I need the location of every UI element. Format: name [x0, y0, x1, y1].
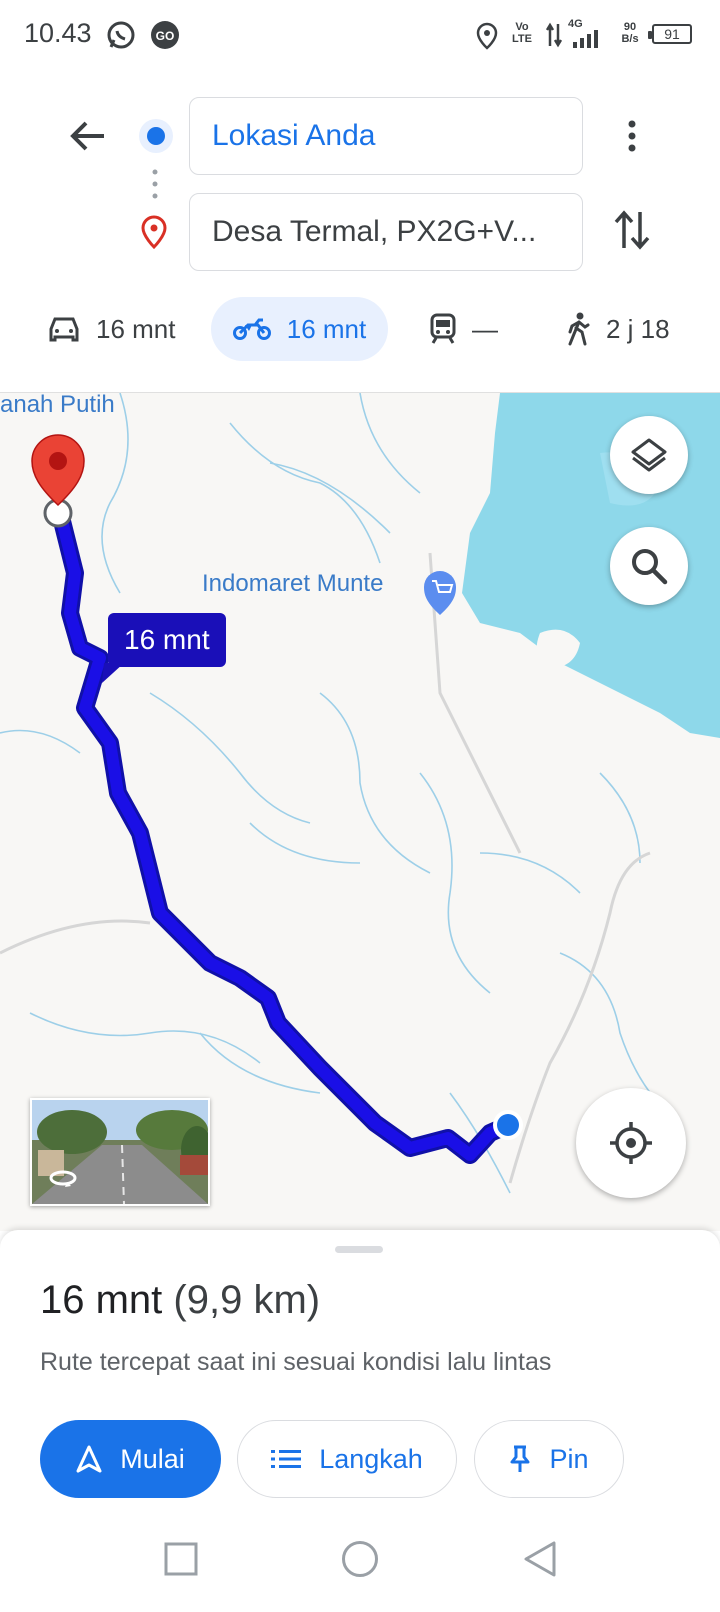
- layers-icon: [631, 438, 667, 472]
- crosshair-icon: [610, 1122, 652, 1164]
- current-location-icon: [497, 1114, 519, 1136]
- route-description: Rute tercepat saat ini sesuai kondisi la…: [40, 1348, 552, 1376]
- sheet-drag-handle[interactable]: [335, 1246, 383, 1253]
- place-label: anah Putih: [0, 392, 115, 418]
- walk-icon: [568, 312, 590, 346]
- home-button[interactable]: [341, 1540, 379, 1583]
- list-icon: [271, 1450, 302, 1468]
- battery-indicator: 91: [648, 24, 692, 44]
- street-view-thumbnail[interactable]: [30, 1098, 210, 1206]
- poi-label[interactable]: Indomaret Munte: [202, 570, 383, 598]
- square-icon: [164, 1542, 198, 1576]
- more-options-button[interactable]: [620, 116, 644, 161]
- mode-walk-label: 2 j 18: [606, 313, 670, 344]
- location-status-icon: [476, 22, 498, 55]
- steps-button-label: Langkah: [319, 1443, 423, 1474]
- motorcycle-icon: [232, 318, 271, 340]
- start-navigation-button[interactable]: Mulai: [40, 1420, 221, 1498]
- triangle-back-icon: [524, 1541, 556, 1577]
- network-speed-value: 90: [623, 21, 637, 33]
- mode-transit[interactable]: —: [430, 297, 498, 361]
- origin-input[interactable]: Lokasi Anda: [189, 97, 583, 175]
- circle-icon: [342, 1541, 378, 1577]
- mode-car[interactable]: 16 mnt: [48, 297, 176, 361]
- volte-label: Vo: [515, 21, 529, 33]
- steps-button[interactable]: Langkah: [237, 1420, 457, 1498]
- search-along-route-button[interactable]: [610, 527, 688, 605]
- start-button-label: Mulai: [120, 1443, 185, 1474]
- route-time-callout[interactable]: 16 mnt: [108, 613, 226, 667]
- mode-transit-label: —: [472, 313, 498, 344]
- search-icon: [632, 549, 668, 585]
- pin-button-label: Pin: [549, 1443, 589, 1474]
- pin-button[interactable]: Pin: [474, 1420, 624, 1498]
- mode-motorcycle-label: 16 mnt: [286, 313, 367, 344]
- network-speed-unit: B/s: [621, 33, 639, 45]
- rotate-360-icon: [49, 1170, 77, 1187]
- route-distance: (9,9 km): [173, 1278, 321, 1322]
- route-duration: 16 mnt: [40, 1278, 163, 1322]
- pushpin-icon: [510, 1445, 530, 1472]
- origin-dot-icon: [138, 118, 174, 159]
- arrow-left-icon: [70, 121, 104, 151]
- mode-motorcycle[interactable]: 16 mnt: [211, 297, 388, 361]
- route-connector-dots: [151, 168, 159, 205]
- back-button[interactable]: [66, 114, 110, 163]
- signal-icon: [572, 30, 602, 53]
- gojek-icon: GO: [150, 20, 180, 55]
- system-navigation-bar: [0, 1512, 720, 1612]
- recents-button[interactable]: [164, 1542, 198, 1581]
- callout-tail: [102, 663, 124, 683]
- destination-input[interactable]: Desa Termal, PX2G+V...: [189, 193, 583, 271]
- origin-input-text: Lokasi Anda: [212, 119, 376, 152]
- lte-label: LTE: [512, 33, 532, 45]
- back-nav-button[interactable]: [522, 1540, 558, 1583]
- mode-car-label: 16 mnt: [96, 313, 176, 344]
- car-icon: [49, 317, 79, 342]
- signal-type-label: 4G: [568, 18, 583, 30]
- navigation-arrow-icon: [76, 1445, 102, 1473]
- svg-text:GO: GO: [156, 29, 175, 43]
- train-icon: [430, 313, 456, 344]
- whatsapp-icon: [106, 20, 136, 55]
- my-location-button[interactable]: [576, 1088, 686, 1198]
- status-time: 10.43: [24, 18, 92, 48]
- destination-pin-icon: [140, 215, 168, 254]
- swap-route-button[interactable]: [612, 208, 652, 257]
- route-summary: 16 mnt (9,9 km): [40, 1278, 320, 1323]
- mode-walk[interactable]: 2 j 18: [566, 297, 670, 361]
- map-view[interactable]: anah Putih Indomaret Munte 16 mnt: [0, 392, 720, 1231]
- layers-button[interactable]: [610, 416, 688, 494]
- more-vert-icon: [628, 120, 636, 152]
- swap-vertical-icon: [614, 210, 650, 250]
- data-transfer-icon: [545, 22, 563, 53]
- destination-input-text: Desa Termal, PX2G+V...: [212, 215, 537, 248]
